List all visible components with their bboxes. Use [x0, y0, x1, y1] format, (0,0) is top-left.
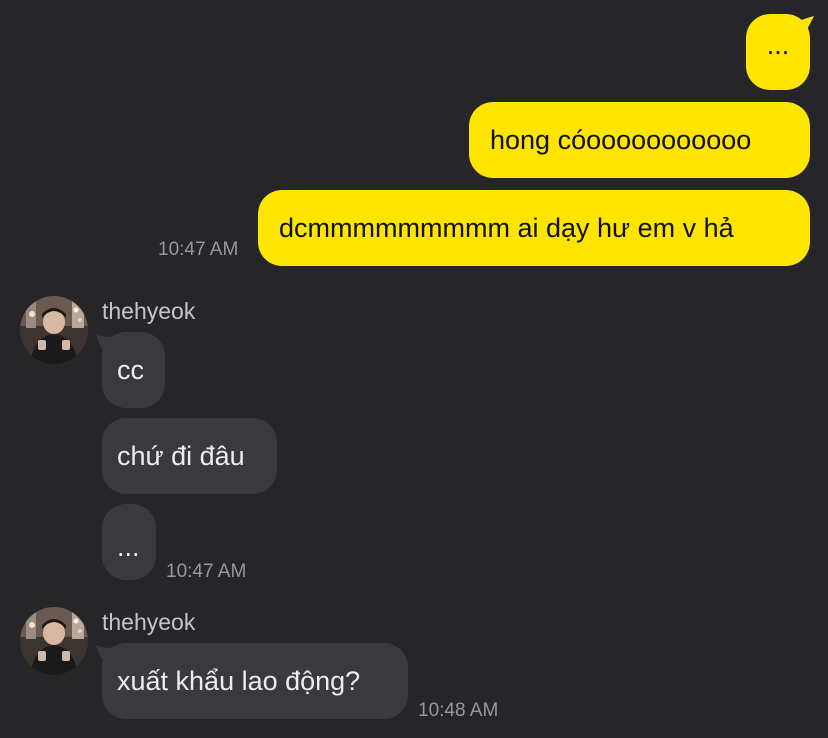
message-timestamp: 10:48 AM [418, 700, 499, 721]
profile-photo-icon [20, 296, 88, 364]
incoming-message-bubble[interactable]: xuất khẩu lao động? [102, 643, 408, 719]
incoming-message-bubble[interactable]: chứ đi đâu [102, 418, 277, 494]
sender-avatar[interactable] [20, 296, 88, 364]
outgoing-message-text: hong cóooooooooooo [490, 124, 752, 155]
message-timestamp: 10:47 AM [158, 239, 239, 260]
message-timestamp: 10:47 AM [166, 561, 247, 582]
sender-avatar[interactable] [20, 607, 88, 675]
incoming-message-text: xuất khẩu lao động? [117, 665, 361, 696]
profile-photo-icon [20, 607, 88, 675]
incoming-message-bubble[interactable]: ... [102, 504, 156, 580]
incoming-message-bubble[interactable]: cc [102, 332, 165, 408]
outgoing-message-text: dcmmmmmmmmm ai dạy hư em v hả [279, 212, 734, 243]
incoming-message-text: ... [117, 531, 140, 562]
incoming-message-text: cc [117, 354, 144, 385]
outgoing-message-text: ... [766, 29, 790, 60]
outgoing-message-bubble[interactable]: hong cóooooooooooo [469, 102, 810, 178]
sender-name: thehyeok [102, 298, 196, 324]
incoming-message-text: chứ đi đâu [117, 440, 245, 471]
outgoing-message-bubble[interactable]: ... [746, 14, 810, 90]
sender-name: thehyeok [102, 609, 196, 635]
outgoing-message-bubble[interactable]: dcmmmmmmmmm ai dạy hư em v hả [258, 190, 810, 266]
